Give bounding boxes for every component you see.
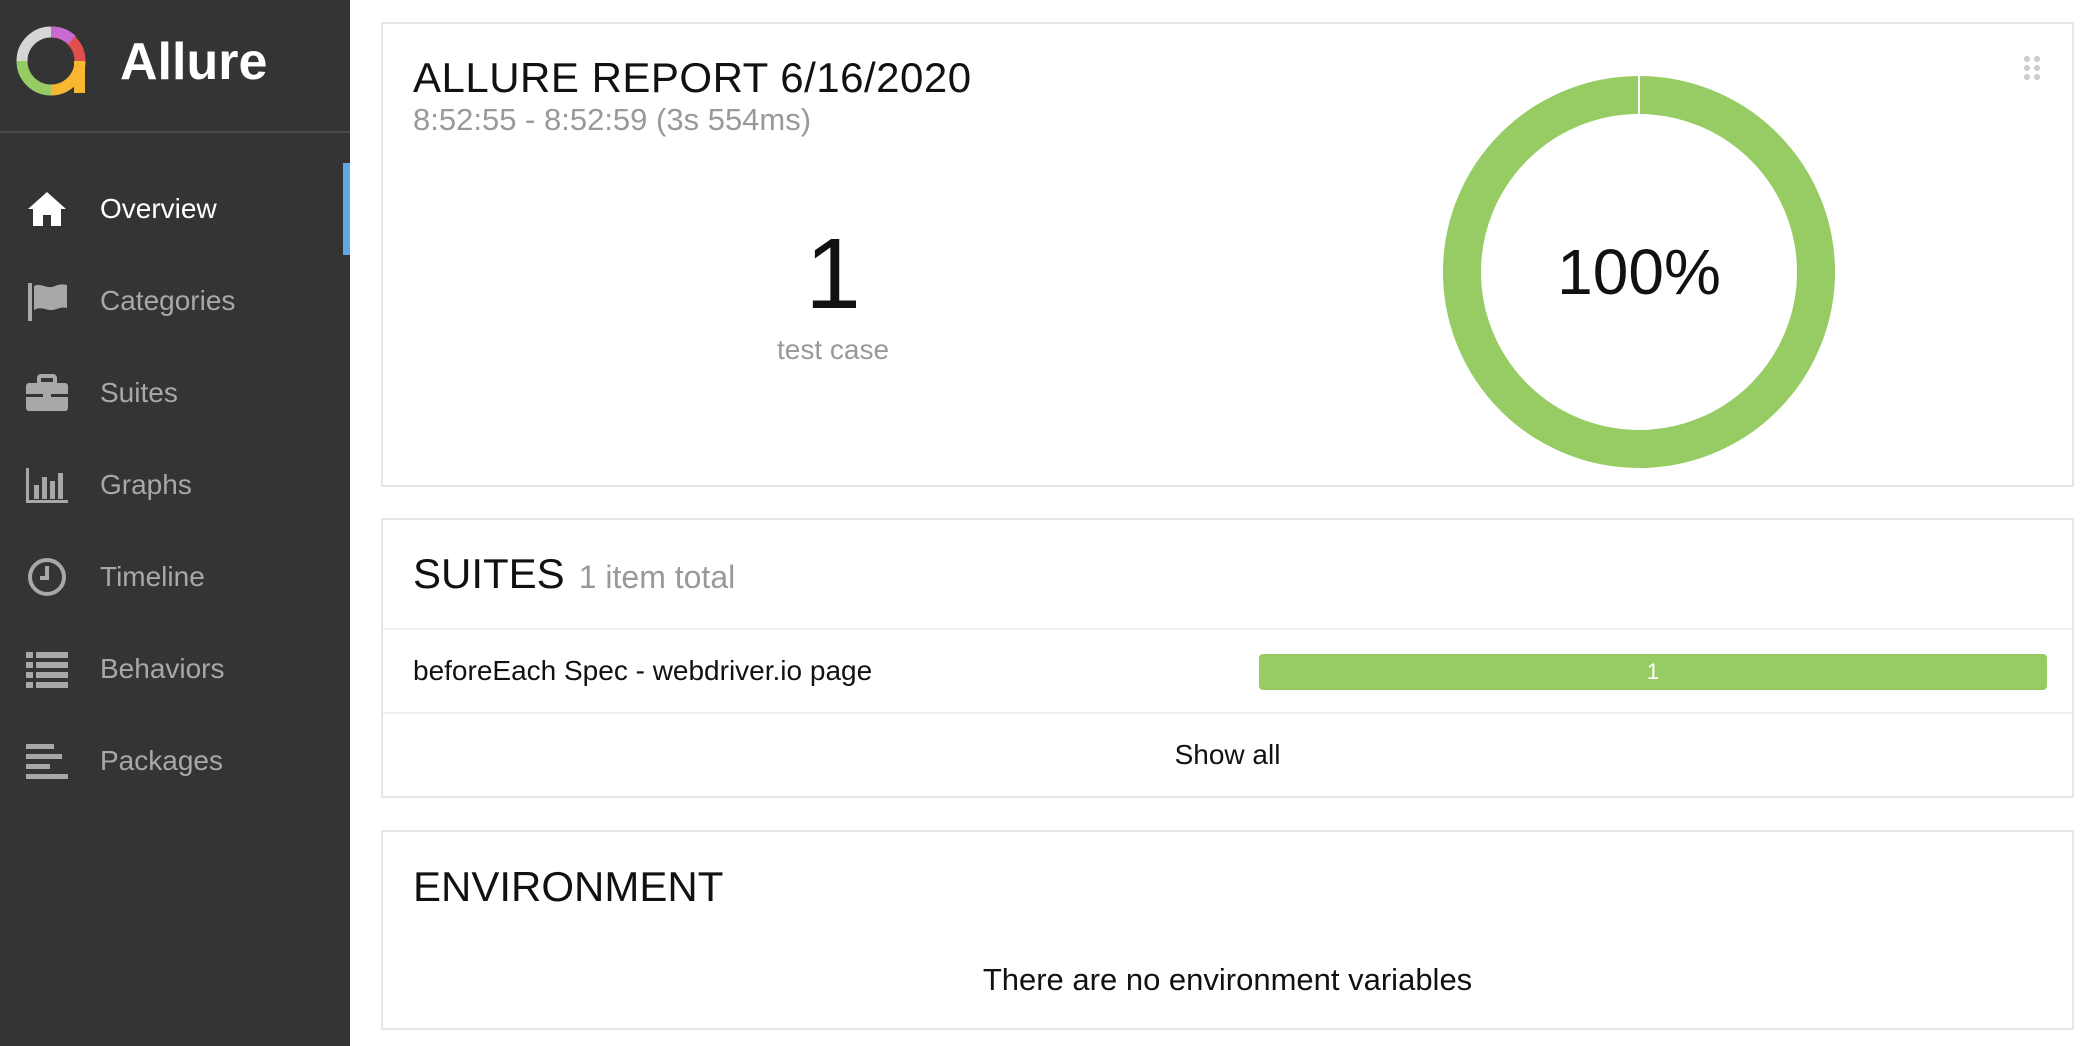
list-icon: [24, 646, 70, 692]
suites-title: SUITES: [413, 550, 565, 597]
sidebar-item-label: Suites: [100, 377, 178, 408]
clock-icon: [24, 554, 70, 600]
sidebar-item-suites[interactable]: Suites: [0, 347, 350, 439]
sidebar-item-timeline[interactable]: Timeline: [0, 531, 350, 623]
brand-name: Allure: [120, 33, 268, 91]
test-count-block: 1 test case: [633, 224, 1033, 366]
test-count: 1: [805, 218, 861, 330]
sidebar-item-graphs[interactable]: Graphs: [0, 439, 350, 531]
bar-chart-icon: [24, 462, 70, 508]
suites-item-count: 1 item total: [578, 558, 736, 595]
suites-header: SUITES 1 item total: [383, 520, 2072, 630]
sidebar: Allure Overview Categories Suites Graphs: [0, 0, 350, 1046]
environment-widget: ENVIRONMENT There are no environment var…: [381, 830, 2074, 1030]
environment-header: ENVIRONMENT: [383, 832, 2072, 942]
sidebar-item-overview[interactable]: Overview: [0, 163, 350, 255]
summary-widget: ALLURE REPORT 6/16/2020 8:52:55 - 8:52:5…: [381, 22, 2074, 487]
sidebar-nav: Overview Categories Suites Graphs Timeli…: [0, 163, 350, 807]
sidebar-item-packages[interactable]: Packages: [0, 715, 350, 807]
flag-icon: [24, 278, 70, 324]
home-icon: [24, 186, 70, 232]
briefcase-icon: [24, 370, 70, 416]
suite-name: beforeEach Spec - webdriver.io page: [413, 655, 873, 686]
drag-handle-icon[interactable]: [2022, 54, 2042, 82]
main-content: ALLURE REPORT 6/16/2020 8:52:55 - 8:52:5…: [350, 0, 2086, 1046]
pass-percent: 100%: [1557, 236, 1721, 308]
environment-empty-message: There are no environment variables: [982, 962, 1473, 997]
sidebar-item-label: Timeline: [100, 561, 205, 592]
environment-title: ENVIRONMENT: [413, 863, 724, 910]
sidebar-item-label: Overview: [100, 193, 217, 224]
show-all-link[interactable]: Show all: [383, 714, 2072, 796]
sidebar-item-label: Packages: [100, 745, 223, 776]
sidebar-item-label: Behaviors: [100, 653, 225, 684]
suite-row[interactable]: beforeEach Spec - webdriver.io page 1: [383, 630, 2072, 714]
sidebar-item-label: Categories: [100, 285, 236, 316]
sidebar-item-categories[interactable]: Categories: [0, 255, 350, 347]
report-time-range: 8:52:55 - 8:52:59 (3s 554ms): [413, 102, 812, 137]
report-title: ALLURE REPORT 6/16/2020: [413, 54, 972, 101]
sidebar-item-behaviors[interactable]: Behaviors: [0, 623, 350, 715]
test-count-label: test case: [776, 334, 890, 365]
align-left-icon: [24, 738, 70, 784]
sidebar-item-label: Graphs: [100, 469, 192, 500]
brand-header: Allure: [0, 0, 350, 133]
allure-logo-icon[interactable]: [16, 26, 86, 96]
suite-status-bar-passed[interactable]: 1: [1259, 654, 2047, 690]
suites-widget: SUITES 1 item total beforeEach Spec - we…: [381, 518, 2074, 798]
